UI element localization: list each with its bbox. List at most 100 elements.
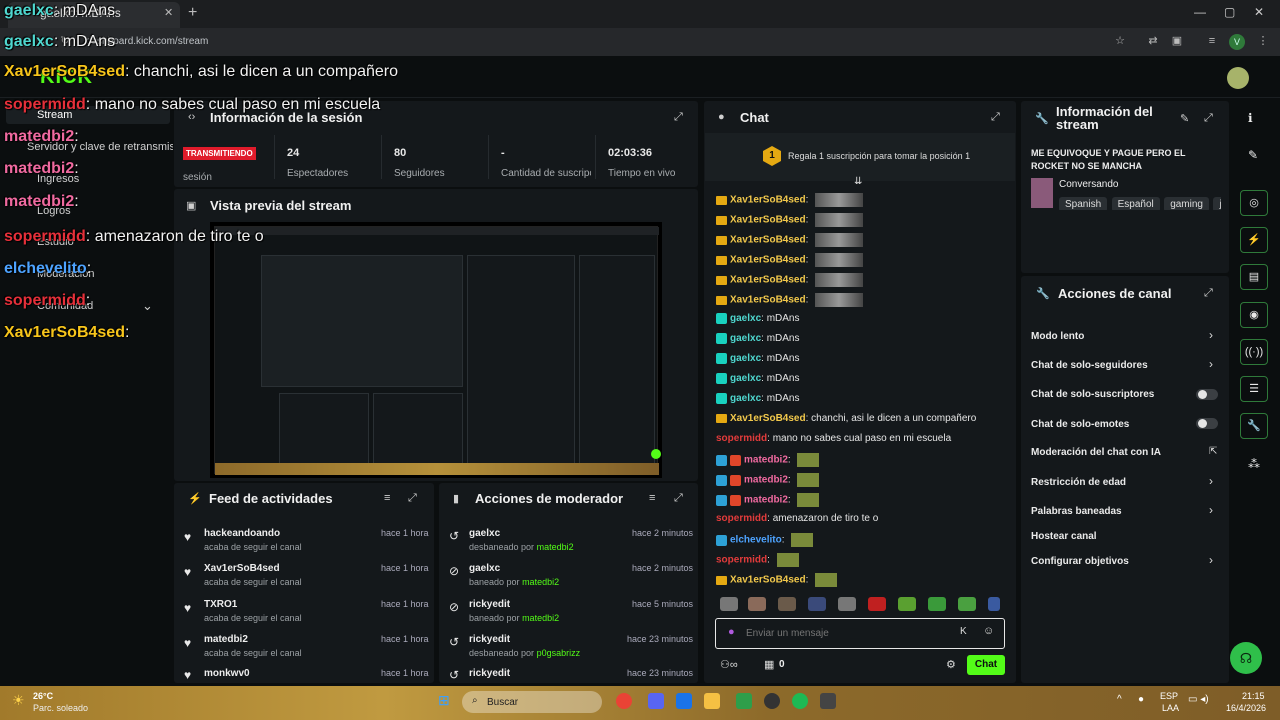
tag[interactable]: je — [1213, 197, 1221, 210]
settings-gear-icon[interactable]: ⚙ — [946, 658, 956, 671]
rail-doc-button[interactable]: ▤ — [1240, 264, 1268, 290]
gift-icon[interactable]: ▦ — [764, 658, 774, 671]
lang-indicator[interactable]: ESP — [1160, 691, 1178, 701]
emote-icon[interactable] — [720, 597, 738, 611]
chat-username[interactable]: Xav1erSoB4sed — [730, 195, 806, 206]
chat-username[interactable]: gaelxc — [730, 353, 761, 364]
category-thumbnail[interactable] — [1031, 178, 1053, 208]
chevron-right-icon[interactable]: › — [1209, 357, 1213, 371]
chat-username[interactable]: Xav1erSoB4sed — [730, 275, 806, 286]
weather-desc[interactable]: Parc. soleado — [33, 703, 88, 713]
mod-by[interactable]: matedbi2 — [522, 577, 559, 587]
extensions-icon[interactable]: ▣ — [1170, 34, 1184, 48]
windows-start-icon[interactable]: ⊞ — [438, 692, 450, 709]
chat-username[interactable]: Xav1erSoB4sed — [730, 215, 806, 226]
minimize-icon[interactable]: — — [1194, 5, 1206, 19]
kick-emote-icon[interactable]: K — [960, 626, 967, 637]
users-icon[interactable]: ⚇∞ — [720, 658, 738, 671]
rail-tools-button[interactable]: 🔧 — [1240, 413, 1268, 439]
browser-menu-icon[interactable]: ⋮ — [1256, 34, 1270, 48]
chat-username[interactable]: matedbi2 — [744, 455, 788, 466]
emote-icon[interactable] — [958, 597, 976, 611]
host-channel-item[interactable]: Hostear canal — [1031, 531, 1097, 542]
chat-username[interactable]: gaelxc — [730, 373, 761, 384]
emote-icon[interactable] — [778, 597, 796, 611]
chat-username[interactable]: Xav1erSoB4sed — [730, 575, 806, 586]
expand-icon[interactable]: ⤢ — [991, 111, 1000, 124]
chat-username[interactable]: matedbi2 — [744, 475, 788, 486]
emote-icon[interactable] — [868, 597, 886, 611]
weather-temp[interactable]: 26°C — [33, 691, 53, 701]
chrome-app-icon[interactable] — [616, 693, 632, 709]
mod-target[interactable]: rickyedit — [469, 599, 510, 610]
clock-date[interactable]: 16/4/2026 — [1226, 703, 1266, 713]
translate-icon[interactable]: ⇄ — [1146, 34, 1160, 48]
chevron-right-icon[interactable]: › — [1209, 503, 1213, 517]
chat-username[interactable]: sopermidd — [716, 513, 767, 524]
explorer-app-icon[interactable] — [704, 693, 720, 709]
mod-target[interactable]: gaelxc — [469, 528, 500, 539]
emote-icon[interactable] — [808, 597, 826, 611]
feed-user[interactable]: Xav1erSoB4sed — [204, 563, 280, 574]
feed-user[interactable]: matedbi2 — [204, 634, 248, 645]
external-link-icon[interactable]: ⇱ — [1209, 446, 1217, 457]
weather-sun-icon[interactable]: ☀ — [12, 692, 25, 709]
rail-broadcast-button[interactable]: ((·)) — [1240, 339, 1268, 365]
mod-by[interactable]: matedbi2 — [537, 542, 574, 552]
chevron-right-icon[interactable]: › — [1209, 474, 1213, 488]
support-chat-button[interactable]: ☊ — [1230, 642, 1262, 674]
obs-app-icon[interactable] — [764, 693, 780, 709]
chevron-right-icon[interactable]: › — [1209, 328, 1213, 342]
feed-user[interactable]: TXRO1 — [204, 599, 237, 610]
rail-camera-button[interactable]: ◎ — [1240, 190, 1268, 216]
chat-input[interactable] — [746, 623, 946, 643]
chat-username[interactable]: Xav1erSoB4sed — [730, 235, 806, 246]
user-avatar[interactable] — [1227, 67, 1249, 89]
filter-icon[interactable]: ≡ — [384, 492, 390, 504]
chat-username[interactable]: matedbi2 — [744, 495, 788, 506]
edit-pencil-icon[interactable]: ✎ — [1180, 112, 1189, 125]
tag[interactable]: gaming — [1164, 197, 1209, 210]
app-icon[interactable] — [820, 693, 836, 709]
slow-mode-item[interactable]: Modo lento — [1031, 331, 1084, 342]
chat-username[interactable]: elchevelito — [730, 535, 782, 546]
clock-time[interactable]: 21:15 — [1242, 691, 1265, 701]
chat-username[interactable]: sopermidd — [716, 555, 767, 566]
ai-moderation-item[interactable]: Moderación del chat con IA — [1031, 447, 1161, 458]
network-volume-icon[interactable]: ▭ ◂) — [1188, 694, 1209, 705]
chat-username[interactable]: gaelxc — [730, 333, 761, 344]
chat-username[interactable]: gaelxc — [730, 313, 761, 324]
bookmark-star-icon[interactable]: ☆ — [1113, 34, 1127, 48]
mod-by[interactable]: p0gsabrizz — [537, 648, 581, 658]
emote-icon[interactable] — [988, 597, 1000, 611]
emote-icon[interactable] — [838, 597, 856, 611]
rail-bolt-button[interactable]: ⚡ — [1240, 227, 1268, 253]
maximize-icon[interactable]: ▢ — [1224, 5, 1235, 19]
info-icon[interactable]: ℹ — [1248, 111, 1253, 125]
emote-icon[interactable] — [898, 597, 916, 611]
expand-icon[interactable]: ⤢ — [408, 492, 417, 505]
expand-icon[interactable]: ⤢ — [1204, 287, 1213, 300]
mod-target[interactable]: rickyedit — [469, 668, 510, 679]
followers-only-item[interactable]: Chat de solo-seguidores — [1031, 360, 1148, 371]
category-name[interactable]: Conversando — [1059, 179, 1118, 190]
mod-target[interactable]: gaelxc — [469, 563, 500, 574]
pin-icon[interactable]: ⇊ — [854, 176, 862, 187]
stream-preview[interactable] — [210, 222, 662, 478]
emote-icon[interactable] — [928, 597, 946, 611]
taskbar-search[interactable] — [462, 691, 602, 713]
mod-target[interactable]: rickyedit — [469, 634, 510, 645]
emotes-only-toggle[interactable] — [1196, 418, 1218, 429]
expand-icon[interactable]: ⤢ — [674, 111, 683, 124]
chat-username[interactable]: Xav1erSoB4sed — [730, 295, 806, 306]
expand-icon[interactable]: ⤢ — [674, 492, 683, 505]
close-window-icon[interactable]: ✕ — [1254, 5, 1264, 19]
chat-username[interactable]: sopermidd — [716, 433, 767, 444]
chat-username[interactable]: Xav1erSoB4sed — [730, 255, 806, 266]
mod-by[interactable]: matedbi2 — [522, 613, 559, 623]
filter-icon[interactable]: ≡ — [649, 492, 655, 504]
kick-app-icon[interactable] — [736, 693, 752, 709]
edge-app-icon[interactable] — [676, 693, 692, 709]
mic-tray-icon[interactable]: ● — [1138, 694, 1144, 705]
chat-username[interactable]: gaelxc — [730, 393, 761, 404]
